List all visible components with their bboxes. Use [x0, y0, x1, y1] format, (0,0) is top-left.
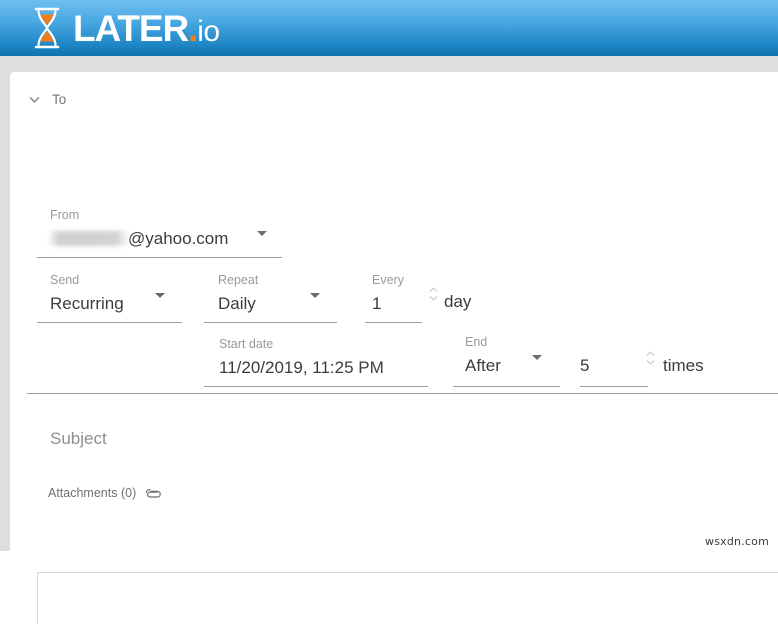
paperclip-icon[interactable]	[145, 487, 161, 500]
start-date-label: Start date	[219, 338, 384, 351]
end-label: End	[465, 336, 501, 349]
repeat-label: Repeat	[218, 274, 258, 287]
from-label: From	[50, 209, 228, 222]
every-value: 1	[372, 295, 404, 312]
subject-underline	[27, 393, 778, 394]
app-root: LATER.io To From @yahoo.com Send Recurri…	[0, 0, 778, 551]
compose-card: To From @yahoo.com Send Recurring Repeat…	[10, 72, 778, 551]
brand-logo[interactable]: LATER.io	[30, 3, 220, 53]
send-value: Recurring	[50, 295, 124, 312]
to-section-toggle[interactable]: To	[28, 92, 66, 107]
subject-field[interactable]: Subject	[50, 430, 107, 449]
every-unit-label: day	[444, 293, 471, 310]
from-value: @yahoo.com	[50, 230, 228, 247]
from-underline	[37, 257, 282, 258]
repeat-underline	[204, 322, 337, 323]
end-underline	[453, 386, 560, 387]
from-redacted-block	[50, 231, 128, 246]
send-caret-down-icon[interactable]	[155, 293, 165, 298]
app-header: LATER.io	[0, 0, 778, 56]
every-stepper-arrows-icon[interactable]	[429, 285, 438, 303]
end-value: After	[465, 357, 501, 374]
occurrences-unit-label: times	[663, 357, 704, 374]
end-caret-down-icon[interactable]	[532, 355, 542, 360]
every-label: Every	[372, 274, 404, 287]
occurrences-value: 5	[580, 357, 589, 374]
start-date-value: 11/20/2019, 11:25 PM	[219, 359, 384, 376]
start-date-field[interactable]: Start date 11/20/2019, 11:25 PM	[219, 338, 384, 376]
brand-wordmark: LATER.io	[73, 10, 220, 47]
occurrences-stepper-arrows-icon[interactable]	[646, 349, 655, 367]
start-date-underline	[204, 386, 428, 387]
to-label: To	[52, 92, 66, 107]
from-domain: @yahoo.com	[128, 229, 228, 248]
every-field[interactable]: Every 1	[372, 274, 404, 312]
send-underline	[37, 322, 182, 323]
message-body-editor[interactable]	[37, 572, 778, 624]
send-label: Send	[50, 274, 124, 287]
occurrences-field[interactable]: 5	[580, 357, 589, 374]
subject-placeholder: Subject	[50, 429, 107, 448]
every-underline	[365, 322, 422, 323]
from-field[interactable]: From @yahoo.com	[50, 209, 228, 247]
brand-suffix: io	[197, 17, 219, 47]
occurrences-underline	[580, 386, 648, 387]
repeat-field[interactable]: Repeat Daily	[218, 274, 258, 312]
repeat-caret-down-icon[interactable]	[310, 293, 320, 298]
watermark: wsxdn.com	[705, 535, 769, 548]
end-field[interactable]: End After	[465, 336, 501, 374]
attachments-label: Attachments (0)	[48, 487, 136, 500]
attachments-row[interactable]: Attachments (0)	[48, 487, 161, 500]
send-field[interactable]: Send Recurring	[50, 274, 124, 312]
brand-name: LATER	[73, 10, 188, 47]
hourglass-icon	[30, 6, 64, 50]
chevron-down-icon	[28, 93, 41, 106]
brand-dot: .	[188, 10, 197, 47]
from-caret-down-icon[interactable]	[257, 231, 267, 236]
repeat-value: Daily	[218, 295, 258, 312]
